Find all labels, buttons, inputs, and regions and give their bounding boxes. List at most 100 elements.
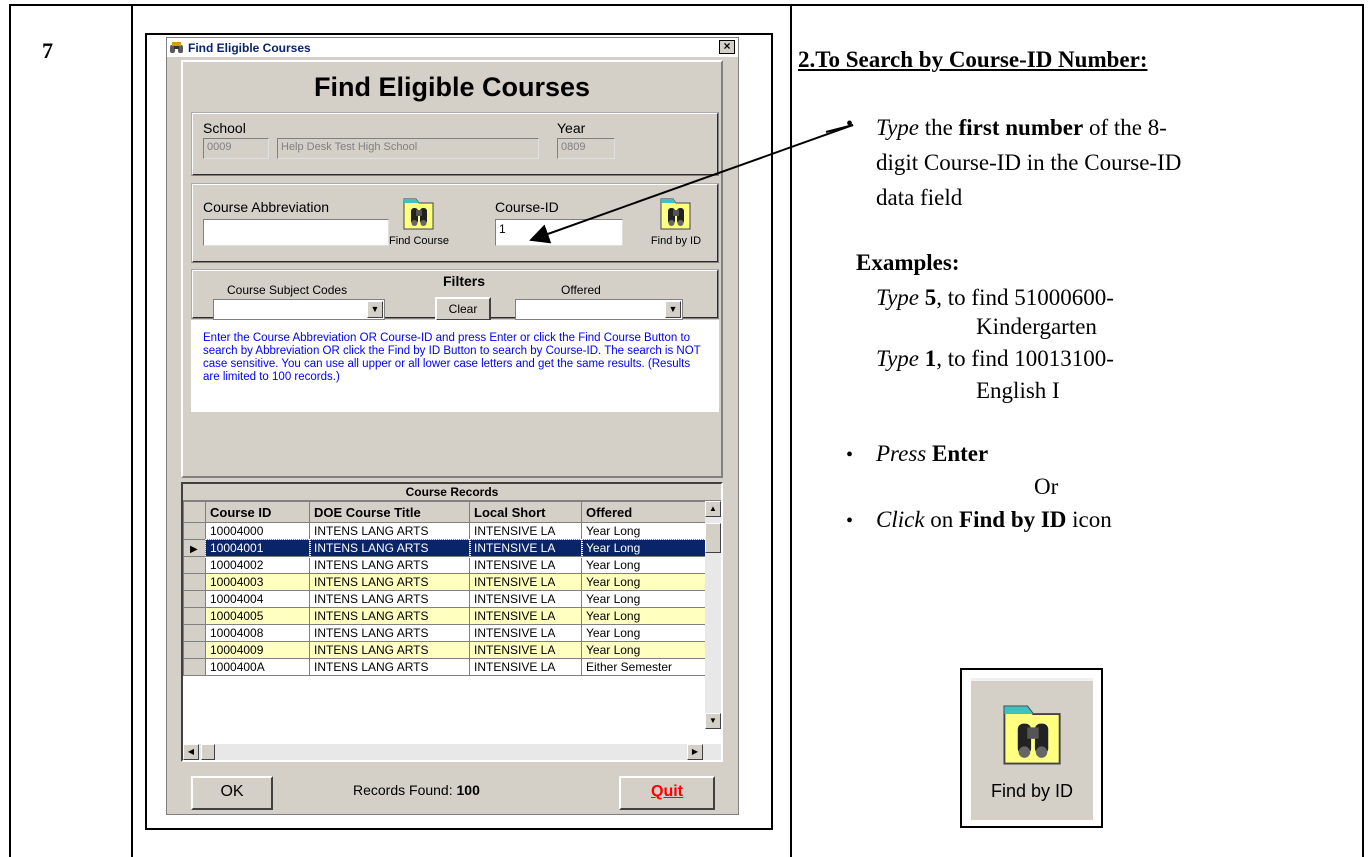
offered-cell[interactable]: Either Semester	[581, 658, 708, 676]
horizontal-scrollbar[interactable]: ◀ ▶	[183, 744, 721, 760]
column-divider	[131, 6, 133, 857]
offered-cell[interactable]: Year Long	[580, 538, 709, 558]
doe-title-cell[interactable]: INTENS LANG ARTS	[309, 590, 470, 608]
close-button[interactable]: ×	[719, 40, 735, 54]
local-short-cell[interactable]: INTENSIVE LA	[468, 538, 583, 558]
find-courses-window: Find Eligible Courses × Find Eligible Co…	[166, 37, 739, 815]
table-row[interactable]: 10004004 INTENS LANG ARTS INTENSIVE LA Year…	[183, 590, 708, 608]
vertical-scrollbar[interactable]: ▲ ▼	[705, 501, 721, 729]
chevron-down-icon[interactable]: ▼	[367, 301, 383, 318]
table-row[interactable]: ▶ 10004001 INTENS LANG ARTS INTENSIVE LA Yea…	[183, 538, 709, 558]
offered-cell[interactable]: Year Long	[581, 590, 708, 608]
row-selector[interactable]	[183, 624, 206, 642]
clear-button[interactable]: Clear	[435, 297, 491, 321]
ok-button[interactable]: OK	[191, 776, 273, 810]
examples-label: Examples:	[856, 250, 960, 275]
local-short-cell[interactable]: INTENSIVE LA	[469, 641, 582, 659]
local-short-cell[interactable]: INTENSIVE LA	[469, 522, 582, 540]
table-row[interactable]: 10004005 INTENS LANG ARTS INTENSIVE LA Year…	[183, 607, 708, 625]
offered-cell[interactable]: Year Long	[581, 607, 708, 625]
local-short-cell[interactable]: INTENSIVE LA	[469, 590, 582, 608]
binoculars-icon	[403, 198, 434, 230]
offered-cell[interactable]: Year Long	[581, 556, 708, 574]
table-row[interactable]: 10004000 INTENS LANG ARTS INTENSIVE LA Year…	[183, 522, 708, 540]
doe-title-cell[interactable]: INTENS LANG ARTS	[309, 658, 470, 676]
table-row[interactable]: 10004008 INTENS LANG ARTS INTENSIVE LA Year…	[183, 624, 708, 642]
local-short-cell[interactable]: INTENSIVE LA	[469, 658, 582, 676]
scroll-up-arrow[interactable]: ▲	[705, 501, 721, 517]
course-id-cell[interactable]: 10004002	[205, 556, 310, 574]
course-abbreviation-input[interactable]	[203, 219, 389, 246]
title-bar: Find Eligible Courses ×	[167, 38, 738, 57]
course-id-cell[interactable]: 10004003	[205, 573, 310, 591]
bullet-press-enter: Press Enter	[876, 441, 989, 466]
offered-label: Offered	[561, 283, 601, 297]
course-id-input[interactable]: 1	[495, 219, 623, 246]
offered-cell[interactable]: Year Long	[581, 522, 708, 540]
grid-caption: Course Records	[183, 484, 721, 501]
course-id-cell[interactable]: 1000400A	[205, 658, 310, 676]
column-header-local-short[interactable]: Local Short	[469, 501, 582, 523]
course-id-cell[interactable]: 10004009	[205, 641, 310, 659]
row-selector[interactable]	[183, 522, 206, 540]
binoculars-icon	[169, 41, 185, 55]
column-header-offered[interactable]: Offered	[581, 501, 708, 523]
offered-cell[interactable]: Year Long	[581, 641, 708, 659]
table-row[interactable]: 10004002 INTENS LANG ARTS INTENSIVE LA Year…	[183, 556, 708, 574]
row-selector[interactable]	[183, 641, 206, 659]
offered-dropdown[interactable]: ▼	[515, 299, 683, 320]
scroll-down-arrow[interactable]: ▼	[705, 713, 721, 729]
course-id-cell[interactable]: 10004001	[204, 538, 311, 558]
scroll-thumb[interactable]	[201, 744, 215, 760]
current-row-indicator-icon: ▶	[190, 544, 198, 555]
row-selector[interactable]	[183, 573, 206, 591]
subject-codes-label: Course Subject Codes	[227, 283, 348, 297]
course-id-cell[interactable]: 10004000	[205, 522, 310, 540]
doe-title-cell[interactable]: INTENS LANG ARTS	[309, 607, 470, 625]
row-selector[interactable]: ▶	[183, 539, 206, 557]
quit-button[interactable]: Quit	[619, 776, 715, 810]
scroll-thumb[interactable]	[705, 523, 721, 553]
local-short-cell[interactable]: INTENSIVE LA	[469, 573, 582, 591]
example-1-line2: Kindergarten	[976, 314, 1097, 339]
doe-title-cell[interactable]: INTENS LANG ARTS	[309, 624, 470, 642]
course-id-cell[interactable]: 10004004	[205, 590, 310, 608]
row-selector[interactable]	[183, 556, 206, 574]
chevron-down-icon[interactable]: ▼	[665, 301, 681, 318]
doe-title-cell[interactable]: INTENS LANG ARTS	[308, 538, 471, 558]
bullet: •	[846, 510, 854, 532]
table-row[interactable]: 1000400A INTENS LANG ARTS INTENSIVE LA Eith…	[183, 658, 708, 676]
offered-cell[interactable]: Year Long	[581, 573, 708, 591]
doe-title-cell[interactable]: INTENS LANG ARTS	[309, 556, 470, 574]
find-course-button[interactable]: Find Course	[389, 193, 449, 257]
course-id-label: Course-ID	[495, 199, 559, 215]
scroll-right-arrow[interactable]: ▶	[687, 744, 703, 760]
course-id-cell[interactable]: 10004005	[205, 607, 310, 625]
column-header-doe-title[interactable]: DOE Course Title	[309, 501, 470, 523]
table-row[interactable]: 10004003 INTENS LANG ARTS INTENSIVE LA Year…	[183, 573, 708, 591]
binoculars-icon	[660, 198, 691, 230]
filters-label: Filters	[443, 273, 486, 289]
row-selector[interactable]	[183, 658, 206, 676]
doe-title-cell[interactable]: INTENS LANG ARTS	[309, 522, 470, 540]
scroll-left-arrow[interactable]: ◀	[183, 744, 199, 760]
course-id-cell[interactable]: 10004008	[205, 624, 310, 642]
subject-codes-dropdown[interactable]: ▼	[213, 299, 385, 320]
column-header-course-id[interactable]: Course ID	[205, 501, 310, 523]
find-by-id-button[interactable]: Find by ID	[641, 193, 711, 257]
local-short-cell[interactable]: INTENSIVE LA	[469, 607, 582, 625]
doe-title-cell[interactable]: INTENS LANG ARTS	[309, 641, 470, 659]
school-group: School 0009 Help Desk Test High School Y…	[191, 112, 719, 176]
local-short-cell[interactable]: INTENSIVE LA	[469, 556, 582, 574]
course-records-grid: Course Records Course ID DOE Course Titl…	[181, 482, 723, 762]
offered-cell[interactable]: Year Long	[581, 624, 708, 642]
local-short-cell[interactable]: INTENSIVE LA	[469, 624, 582, 642]
course-records-table: Course ID DOE Course Title Local Short O…	[183, 501, 709, 676]
doe-title-cell[interactable]: INTENS LANG ARTS	[309, 573, 470, 591]
row-selector[interactable]	[183, 590, 206, 608]
search-criteria-group: Course Abbreviation Find Course Course-I…	[191, 183, 719, 263]
table-row[interactable]: 10004009 INTENS LANG ARTS INTENSIVE LA Year…	[183, 641, 708, 659]
bullet-click-find-by-id: Click on Find by ID icon	[876, 507, 1112, 532]
window-title: Find Eligible Courses	[188, 40, 311, 55]
row-selector[interactable]	[183, 607, 206, 625]
